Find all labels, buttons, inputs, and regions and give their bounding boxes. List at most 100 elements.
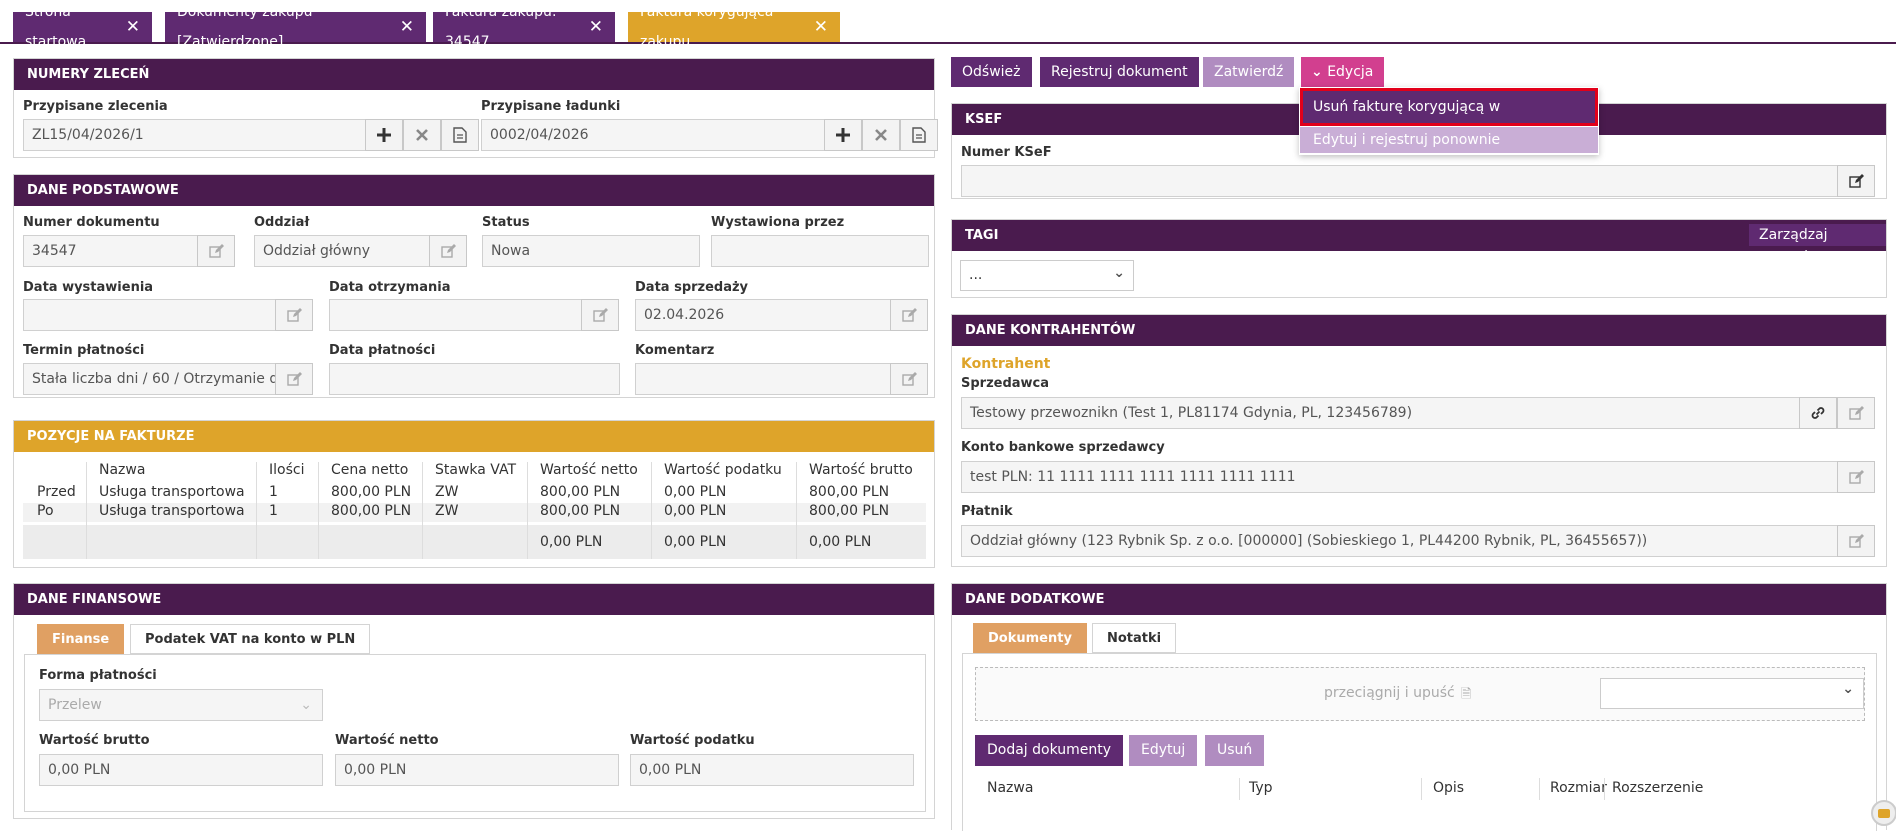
komentarz-field[interactable] bbox=[635, 363, 891, 395]
edit-icon[interactable] bbox=[1837, 461, 1875, 493]
panel-title: TAGI bbox=[952, 220, 1886, 251]
plus-icon[interactable] bbox=[824, 119, 862, 151]
tab-label: Faktura zakupu: 34547 bbox=[445, 4, 557, 50]
finanse-body bbox=[24, 654, 926, 812]
zatwierdz-button[interactable]: Zatwierdź bbox=[1203, 57, 1295, 87]
konto-field[interactable]: test PLN: 11 1111 1111 1111 1111 1111 11… bbox=[961, 461, 1848, 493]
platnik-field[interactable]: Oddział główny (123 Rybnik Sp. z o.o. [0… bbox=[961, 525, 1848, 557]
chevron-down-icon: ⌄ bbox=[1113, 265, 1125, 281]
data-otrzymania-field[interactable] bbox=[329, 299, 582, 331]
edit-icon[interactable] bbox=[890, 299, 928, 331]
tab-faktura-korygujaca[interactable]: Faktura korygująca zakupu ✕ bbox=[628, 4, 840, 50]
chat-icon[interactable] bbox=[1871, 800, 1896, 826]
edycja-label: Edycja bbox=[1327, 64, 1374, 80]
data-wystawienia-field[interactable] bbox=[23, 299, 276, 331]
zarzadzaj-tagami-button[interactable]: Zarządzaj tagami bbox=[1749, 224, 1886, 265]
ladunki-field[interactable]: 0002/04/2026 bbox=[481, 119, 825, 151]
panel-dane-podstawowe: DANE PODSTAWOWE Numer dokumentu 34547 Od… bbox=[13, 174, 935, 398]
typ-dokumentu-select[interactable]: ⌄ bbox=[1600, 678, 1864, 709]
document-icon[interactable] bbox=[441, 119, 479, 151]
panel-title: NUMERY ZLECEŃ bbox=[14, 59, 934, 90]
edit-icon[interactable] bbox=[275, 363, 313, 395]
table-header: Nazwa Ilości Cena netto Stawka VAT Warto… bbox=[23, 462, 926, 483]
ksef-numer-field[interactable] bbox=[961, 165, 1848, 197]
panel-dane-dodatkowe: DANE DODATKOWE Dokumenty Notatki przecią… bbox=[951, 583, 1887, 831]
cell: 800,00 PLN bbox=[331, 503, 412, 519]
close-icon[interactable]: ✕ bbox=[400, 12, 414, 42]
forma-platnosci-select[interactable]: Przelew ⌄ bbox=[39, 689, 323, 721]
menu-item-usun-fakture[interactable]: Usuń fakturę korygującą w przygotowaniu bbox=[1300, 88, 1598, 147]
rejestruj-dokument-button[interactable]: Rejestruj dokument bbox=[1040, 57, 1199, 87]
edytuj-button[interactable]: Edytuj bbox=[1129, 735, 1198, 766]
edit-icon[interactable] bbox=[275, 299, 313, 331]
cell: 800,00 PLN bbox=[331, 484, 412, 500]
edit-icon[interactable] bbox=[197, 235, 235, 267]
cell: Usługa transportowa bbox=[99, 484, 245, 500]
numer-label: Numer dokumentu bbox=[23, 215, 160, 230]
brutto-field[interactable]: 0,00 PLN bbox=[39, 754, 323, 786]
edit-icon[interactable] bbox=[1837, 525, 1875, 557]
link-icon[interactable] bbox=[1799, 397, 1837, 429]
menu-item-edytuj-rejestruj[interactable]: Edytuj i rejestruj ponownie bbox=[1300, 127, 1598, 153]
col-divider bbox=[318, 462, 319, 559]
edycja-button[interactable]: ⌄ Edycja bbox=[1301, 57, 1385, 87]
tab-label: Dokumenty zakupu [Zatwierdzone] bbox=[177, 4, 313, 50]
tab-finanse[interactable]: Finanse bbox=[37, 624, 125, 654]
wystawiona-field[interactable] bbox=[711, 235, 929, 267]
tab-podatek-vat[interactable]: Podatek VAT na konto w PLN bbox=[130, 624, 371, 654]
plus-icon[interactable] bbox=[365, 119, 403, 151]
tab-label: Faktura korygująca zakupu bbox=[640, 4, 774, 50]
chat-bubble-icon bbox=[1878, 808, 1890, 818]
remove-icon[interactable] bbox=[403, 119, 441, 151]
data-platnosci-field[interactable] bbox=[329, 363, 620, 395]
usun-button[interactable]: Usuń bbox=[1205, 735, 1265, 766]
remove-icon[interactable] bbox=[862, 119, 900, 151]
sprzedawca-field[interactable]: Testowy przewoznikn (Test 1, PL81174 Gdy… bbox=[961, 397, 1810, 429]
ladunki-label: Przypisane ładunki bbox=[481, 99, 621, 114]
netto-field[interactable]: 0,00 PLN bbox=[335, 754, 619, 786]
file-icon: 🗎 bbox=[1461, 687, 1472, 702]
tab-notatki[interactable]: Notatki bbox=[1092, 623, 1177, 653]
data-otrzymania-label: Data otrzymania bbox=[329, 280, 451, 295]
status-field[interactable]: Nowa bbox=[482, 235, 700, 267]
close-icon[interactable]: ✕ bbox=[126, 12, 140, 42]
table-row[interactable]: Po Usługa transportowa 1 800,00 PLN ZW 8… bbox=[23, 503, 926, 522]
panel-tagi: TAGI Zarządzaj tagami ... ⌄ bbox=[951, 219, 1887, 298]
edit-icon[interactable] bbox=[581, 299, 619, 331]
oddzial-field[interactable]: Oddział główny bbox=[254, 235, 430, 267]
podatek-field[interactable]: 0,00 PLN bbox=[630, 754, 914, 786]
tagi-select[interactable]: ... ⌄ bbox=[960, 260, 1134, 291]
tab-dokumenty[interactable]: Dokumenty bbox=[973, 623, 1087, 653]
col-header: Rozmiar bbox=[1550, 780, 1607, 796]
edit-icon[interactable] bbox=[429, 235, 467, 267]
edit-icon[interactable] bbox=[890, 363, 928, 395]
col-divider bbox=[1239, 778, 1240, 800]
edit-icon[interactable] bbox=[1837, 165, 1875, 197]
tab-strona-startowa[interactable]: Strona startowa ✕ bbox=[13, 4, 152, 50]
edit-icon[interactable] bbox=[1837, 397, 1875, 429]
tab-dokumenty-zakupu[interactable]: Dokumenty zakupu [Zatwierdzone] ✕ bbox=[165, 4, 426, 50]
dodaj-dokumenty-button[interactable]: Dodaj dokumenty bbox=[975, 735, 1124, 766]
dokumenty-table-header: Nazwa Typ Opis Rozmiar Rozszerzenie bbox=[975, 778, 1865, 802]
odswiez-button[interactable]: Odśwież bbox=[951, 57, 1032, 87]
col-header: Rozszerzenie bbox=[1612, 780, 1704, 796]
numer-dokumentu-field[interactable]: 34547 bbox=[23, 235, 198, 267]
panel-title: DANE DODATKOWE bbox=[952, 584, 1886, 615]
close-icon[interactable]: ✕ bbox=[814, 12, 828, 42]
tab-faktura-zakupu[interactable]: Faktura zakupu: 34547 ✕ bbox=[433, 4, 615, 50]
wystawiona-label: Wystawiona przez bbox=[711, 215, 845, 230]
tagi-select-value: ... bbox=[969, 267, 983, 283]
termin-field[interactable]: Stała liczba dni / 60 / Otrzymanie dok bbox=[23, 363, 276, 395]
panel-title: POZYCJE NA FAKTURZE bbox=[14, 421, 934, 452]
close-icon[interactable]: ✕ bbox=[589, 12, 603, 42]
document-icon[interactable] bbox=[900, 119, 938, 151]
pozycje-table: Nazwa Ilości Cena netto Stawka VAT Warto… bbox=[23, 462, 926, 564]
data-sprzedazy-field[interactable]: 02.04.2026 bbox=[635, 299, 891, 331]
ksef-numer-label: Numer KSeF bbox=[961, 145, 1052, 160]
zlecenia-field[interactable]: ZL15/04/2026/1 bbox=[23, 119, 366, 151]
drop-zone[interactable]: przeciągnij i upuść 🗎 ⌄ bbox=[975, 667, 1865, 721]
table-row[interactable]: Przed Usługa transportowa 1 800,00 PLN Z… bbox=[23, 484, 926, 503]
col-header: Cena netto bbox=[331, 462, 409, 478]
col-divider bbox=[651, 462, 652, 559]
brutto-label: Wartość brutto bbox=[39, 733, 150, 748]
